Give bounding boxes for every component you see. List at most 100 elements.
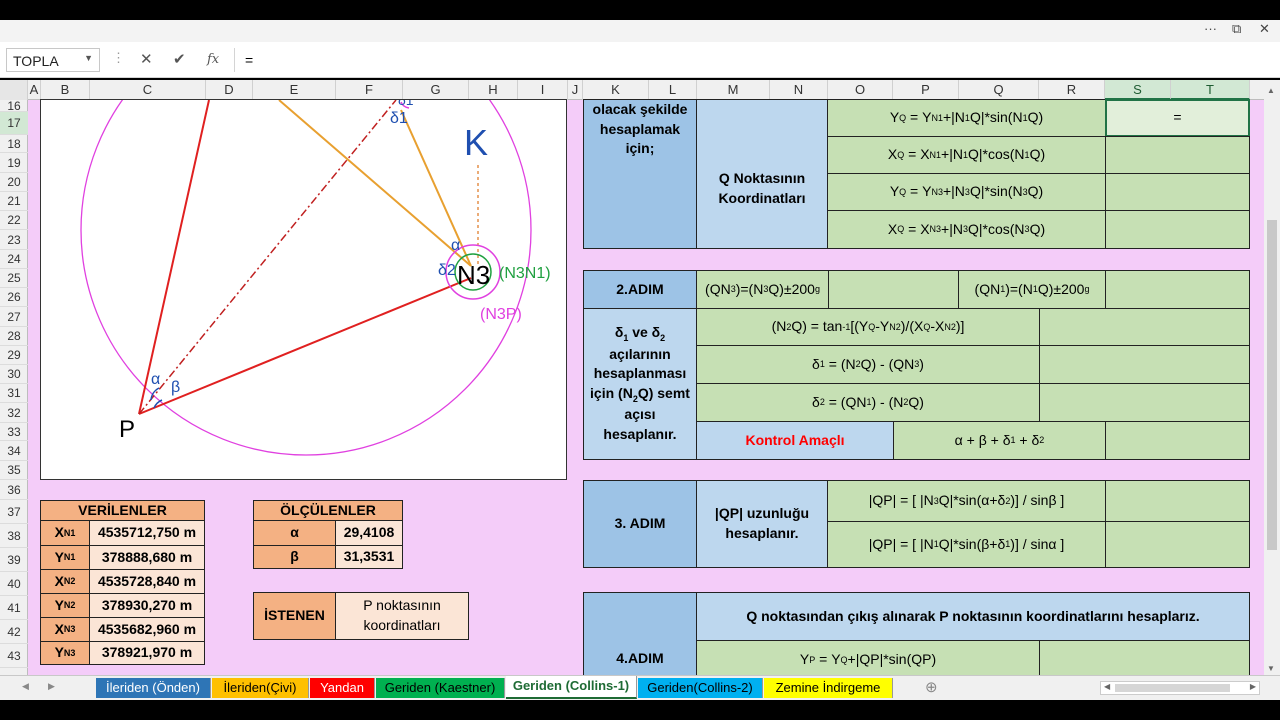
- result-cell[interactable]: [1039, 345, 1250, 384]
- formula-qp-1[interactable]: |QP| = [ |N 3 Q|*sin(α+δ 2)] / sinβ ]: [827, 480, 1106, 522]
- row-header[interactable]: 37: [0, 500, 28, 524]
- result-cell[interactable]: [1105, 136, 1250, 174]
- row-header[interactable]: 38: [0, 524, 28, 548]
- result-cell[interactable]: [1105, 421, 1250, 460]
- column-header[interactable]: N: [770, 80, 828, 100]
- sheet-tab[interactable]: Yandan: [310, 678, 375, 698]
- column-header[interactable]: Q: [959, 80, 1039, 100]
- verilenler-value[interactable]: 378930,270 m: [89, 593, 205, 618]
- enter-icon[interactable]: ✔: [173, 50, 186, 68]
- result-cell[interactable]: [1105, 480, 1250, 522]
- verilenler-value[interactable]: 378888,680 m: [89, 545, 205, 570]
- result-cell[interactable]: [1039, 383, 1250, 422]
- verilenler-value[interactable]: 378921,970 m: [89, 641, 205, 665]
- select-all-corner[interactable]: [0, 80, 28, 100]
- hscroll-left-icon[interactable]: ◀: [1104, 682, 1110, 691]
- row-header[interactable]: 19: [0, 153, 28, 173]
- istenen-value[interactable]: P noktasının koordinatları: [335, 592, 469, 640]
- row-header[interactable]: 23: [0, 230, 28, 250]
- row-header[interactable]: 34: [0, 441, 28, 461]
- hscroll-thumb[interactable]: [1115, 684, 1230, 692]
- row-header[interactable]: 16: [0, 99, 28, 113]
- row-header[interactable]: 27: [0, 307, 28, 327]
- row-header[interactable]: 41: [0, 596, 28, 620]
- formula-qn1[interactable]: (QN 1)=(N 1 Q)±200 g: [958, 270, 1106, 309]
- column-header[interactable]: J: [568, 80, 583, 100]
- sheet-tab[interactable]: Geriden(Collins-2): [638, 678, 763, 698]
- row-header[interactable]: 36: [0, 480, 28, 500]
- result-cell[interactable]: [1039, 308, 1250, 346]
- name-box[interactable]: TOPLA ▼: [6, 48, 100, 72]
- scroll-up-icon[interactable]: ▲: [1267, 86, 1275, 95]
- tab-scroll-left-icon[interactable]: ◀: [22, 681, 29, 692]
- verilenler-value[interactable]: 4535728,840 m: [89, 569, 205, 594]
- row-header[interactable]: 17: [0, 112, 28, 135]
- row-header[interactable]: 31: [0, 384, 28, 403]
- column-header[interactable]: R: [1039, 80, 1105, 100]
- scroll-down-icon[interactable]: ▼: [1267, 664, 1275, 673]
- row-header[interactable]: 32: [0, 403, 28, 423]
- more-options-icon[interactable]: ···: [1204, 21, 1217, 36]
- formula-yp[interactable]: YP = Y Q +|QP|*sin(QP): [696, 640, 1040, 680]
- hscroll-right-icon[interactable]: ▶: [1250, 682, 1256, 691]
- formula-xq-n1[interactable]: XQ = X N1 +|N 1 Q|*cos(N 1 Q): [827, 136, 1106, 174]
- result-cell[interactable]: [1105, 210, 1250, 249]
- row-header[interactable]: 40: [0, 572, 28, 596]
- insert-function-icon[interactable]: fx: [207, 52, 219, 67]
- row-header[interactable]: 25: [0, 269, 28, 288]
- chevron-down-icon[interactable]: ▼: [84, 53, 93, 63]
- row-header[interactable]: 20: [0, 173, 28, 192]
- verilenler-value[interactable]: 4535682,960 m: [89, 617, 205, 642]
- drag-handle-icon[interactable]: ⋮: [112, 50, 125, 66]
- formula-xq-n3[interactable]: XQ = X N3 +|N 3 Q|*cos(N 3 Q): [827, 210, 1106, 249]
- close-icon[interactable]: ✕: [1259, 21, 1270, 37]
- row-header[interactable]: 30: [0, 365, 28, 384]
- column-header[interactable]: H: [469, 80, 518, 100]
- result-cell[interactable]: [1105, 173, 1250, 211]
- sheet-tab[interactable]: Zemine İndirgeme: [764, 678, 893, 698]
- column-header[interactable]: F: [336, 80, 403, 100]
- row-header[interactable]: 33: [0, 423, 28, 441]
- column-header[interactable]: E: [253, 80, 336, 100]
- olculenler-value[interactable]: 31,3531: [335, 545, 403, 569]
- column-header[interactable]: P: [893, 80, 959, 100]
- sheet-tab[interactable]: İleriden (Önden): [96, 678, 211, 698]
- row-header[interactable]: 28: [0, 327, 28, 346]
- column-header[interactable]: I: [518, 80, 568, 100]
- column-header[interactable]: C: [90, 80, 206, 100]
- formula-input[interactable]: =: [234, 48, 1274, 72]
- row-header[interactable]: 43: [0, 644, 28, 668]
- row-header[interactable]: 42: [0, 620, 28, 644]
- row-header[interactable]: 24: [0, 250, 28, 269]
- column-header[interactable]: T: [1171, 80, 1250, 100]
- row-header[interactable]: 35: [0, 461, 28, 480]
- row-header[interactable]: 26: [0, 288, 28, 307]
- column-header[interactable]: M: [697, 80, 770, 100]
- verilenler-value[interactable]: 4535712,750 m: [89, 520, 205, 546]
- column-header[interactable]: O: [828, 80, 893, 100]
- formula-delta2[interactable]: δ2 = (QN 1) - (N 2 Q): [696, 383, 1040, 422]
- formula-yq-n3[interactable]: YQ = Y N3 +|N 3 Q|*sin(N 3 Q): [827, 173, 1106, 211]
- active-cell[interactable]: =: [1105, 99, 1250, 137]
- column-header[interactable]: A: [28, 80, 41, 100]
- column-header[interactable]: G: [403, 80, 469, 100]
- formula-delta1[interactable]: δ1 = (N 2 Q) - (QN 3): [696, 345, 1040, 384]
- olculenler-value[interactable]: 29,4108: [335, 520, 403, 546]
- sheet-tab-active[interactable]: Geriden (Collins-1): [506, 676, 637, 699]
- formula-n2q[interactable]: (N 2 Q) = tan -1 [(Y Q -Y N2)/(X Q -X N2)]: [696, 308, 1040, 346]
- row-header[interactable]: 21: [0, 192, 28, 211]
- column-header[interactable]: B: [41, 80, 90, 100]
- column-header[interactable]: L: [649, 80, 697, 100]
- add-sheet-icon[interactable]: ⊕: [925, 678, 938, 696]
- column-header[interactable]: D: [206, 80, 253, 100]
- restore-icon[interactable]: ⧉: [1232, 21, 1241, 37]
- row-header[interactable]: 22: [0, 211, 28, 230]
- row-header[interactable]: 18: [0, 135, 28, 153]
- column-header[interactable]: S: [1105, 80, 1171, 100]
- sheet-tab[interactable]: Geriden (Kaestner): [376, 678, 505, 698]
- scrollbar-thumb[interactable]: [1267, 220, 1277, 550]
- result-cell[interactable]: [828, 270, 959, 309]
- result-cell[interactable]: [1039, 640, 1250, 680]
- formula-qp-2[interactable]: |QP| = [ |N 1 Q|*sin(β+δ 1)] / sinα ]: [827, 521, 1106, 568]
- vertical-scrollbar[interactable]: ▲ ▼: [1264, 80, 1280, 675]
